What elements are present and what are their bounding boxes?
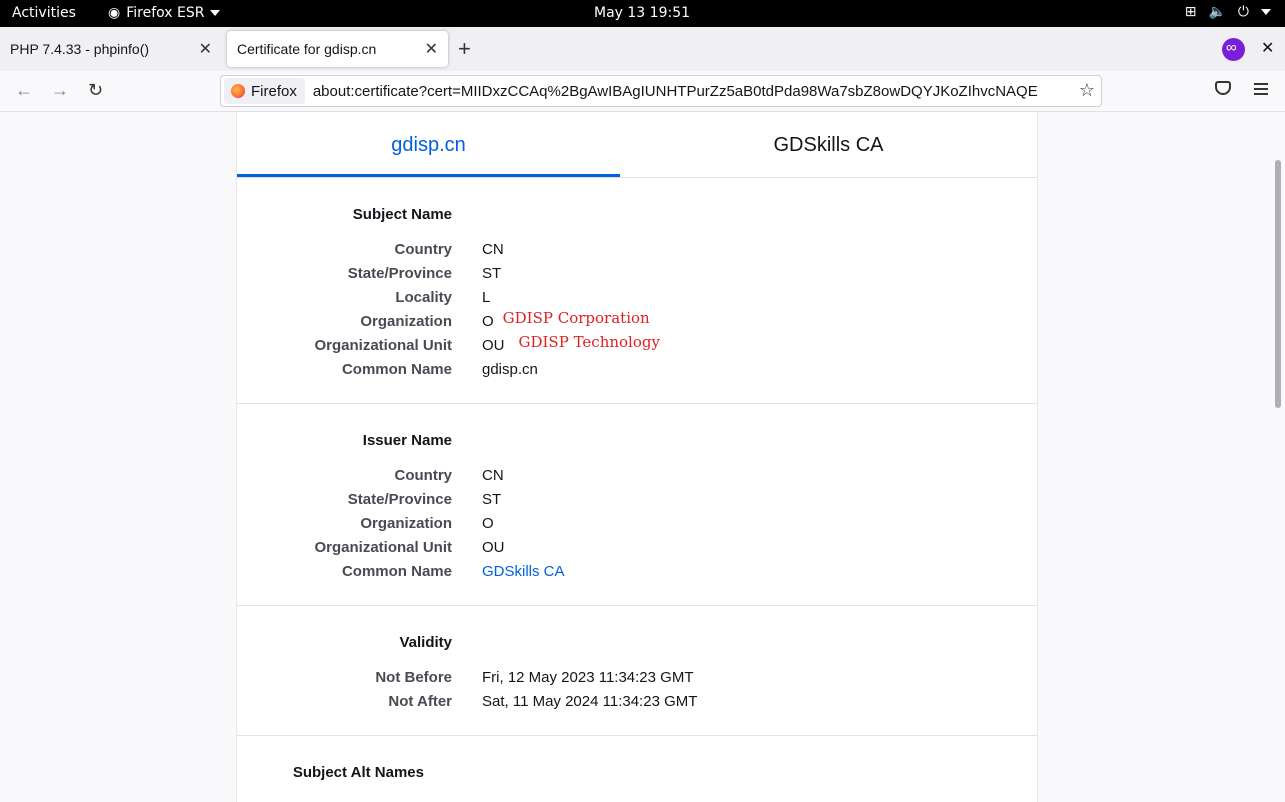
field-row: Locality L [237, 285, 1037, 309]
volume-icon: 🔈 [1208, 4, 1226, 20]
firefox-icon: ◉ [108, 5, 121, 21]
field-value-text: O [482, 312, 494, 330]
url-text[interactable]: about:certificate?cert=MIIDxzCCAq%2BgAwI… [313, 83, 1067, 100]
bookmark-star-icon[interactable]: ☆ [1079, 80, 1095, 101]
tab-title: PHP 7.4.33 - phpinfo() [10, 41, 150, 57]
close-icon[interactable]: ✕ [199, 39, 212, 59]
field-value: OU [482, 538, 505, 556]
field-value: ST [482, 264, 502, 282]
tab-gdisp-cn[interactable]: gdisp.cn [237, 112, 620, 177]
app-name: Firefox ESR [126, 5, 205, 21]
clock[interactable]: May 13 19:51 [594, 5, 690, 21]
firefox-logo-icon [231, 84, 245, 98]
forward-button[interactable]: → [51, 80, 69, 101]
field-value: ST [482, 490, 502, 508]
subject-name-section: Subject Name Country CN State/Province ST … [237, 178, 1037, 404]
field-label: Not Before [375, 668, 452, 686]
chevron-down-icon [210, 10, 221, 16]
field-row: Organizational Unit OU GDISP Technology [237, 333, 1037, 357]
scrollbar-thumb[interactable] [1275, 160, 1281, 408]
tab-gdskills-ca[interactable]: GDSkills CA [620, 112, 1037, 177]
activities-button[interactable]: Activities [12, 5, 76, 21]
field-value-text: OU [482, 336, 505, 354]
field-row: Not After Sat, 11 May 2024 11:34:23 GMT [237, 689, 1037, 713]
power-icon: ⏻ [1237, 4, 1249, 20]
field-label: State/Province [347, 264, 452, 282]
field-value: O [482, 514, 494, 532]
issuer-link[interactable]: GDSkills CA [482, 563, 565, 580]
section-title: Subject Name [352, 206, 452, 223]
field-row: Organization O [237, 511, 1037, 535]
field-label: Organizational Unit [314, 538, 452, 556]
tab-certificate[interactable]: Certificate for gdisp.cn ✕ [227, 31, 448, 67]
subject-alt-names-section: Subject Alt Names [237, 736, 1037, 802]
field-row: Organization O GDISP Corporation [237, 309, 1037, 333]
field-row: Common Name gdisp.cn [237, 357, 1037, 381]
menu-icon[interactable] [1254, 83, 1268, 98]
validity-section: Validity Not Before Fri, 12 May 2023 11:3… [237, 606, 1037, 736]
certificate-card: gdisp.cn GDSkills CA Subject Name Countr… [236, 112, 1038, 802]
field-label: Common Name [341, 562, 452, 580]
window-close-button[interactable]: ✕ [1261, 38, 1274, 58]
system-tray[interactable]: ⊞ 🔈 ⏻ [1185, 4, 1271, 20]
field-value: Sat, 11 May 2024 11:34:23 GMT [482, 692, 698, 710]
url-bar[interactable]: Firefox about:certificate?cert=MIIDxzCCA… [220, 75, 1102, 107]
field-row: Country CN [237, 463, 1037, 487]
annotation-text: GDISP Corporation [502, 309, 650, 327]
field-label: State/Province [347, 490, 452, 508]
field-label: Organization [360, 514, 452, 532]
tab-strip: PHP 7.4.33 - phpinfo() ✕ Certificate for… [0, 27, 1285, 71]
field-label: Country [394, 466, 453, 484]
field-label: Organization [360, 312, 452, 330]
field-value: Fri, 12 May 2023 11:34:23 GMT [482, 668, 694, 686]
field-label: Organizational Unit [314, 336, 452, 354]
field-row: State/Province ST [237, 261, 1037, 285]
section-title: Issuer Name [362, 432, 452, 449]
field-value: CN [482, 466, 504, 484]
private-browsing-icon[interactable] [1222, 38, 1245, 61]
new-tab-button[interactable]: + [458, 36, 471, 62]
tab-title: Certificate for gdisp.cn [237, 41, 377, 57]
close-icon[interactable]: ✕ [425, 39, 438, 59]
field-label: Locality [395, 288, 452, 306]
pocket-icon[interactable] [1215, 81, 1231, 95]
field-label: Common Name [341, 360, 452, 378]
field-label: Not After [388, 692, 452, 710]
network-icon: ⊞ [1184, 4, 1197, 20]
back-button[interactable]: ← [15, 80, 33, 101]
reload-button[interactable]: ↻ [88, 80, 103, 101]
certificate-tabs: gdisp.cn GDSkills CA [237, 112, 1037, 178]
field-row: Common Name GDSkills CA [237, 559, 1037, 583]
field-row: State/Province ST [237, 487, 1037, 511]
field-value: gdisp.cn [482, 360, 538, 378]
issuer-name-section: Issuer Name Country CN State/Province ST O… [237, 404, 1037, 606]
field-row: Country CN [237, 237, 1037, 261]
section-title: Validity [399, 634, 452, 651]
field-value: CN [482, 240, 504, 258]
identity-label: Firefox [251, 82, 297, 100]
field-row: Not Before Fri, 12 May 2023 11:34:23 GMT [237, 665, 1037, 689]
field-row: Organizational Unit OU [237, 535, 1037, 559]
field-value: O GDISP Corporation [482, 309, 650, 330]
field-label: Country [394, 240, 453, 258]
app-menu[interactable]: ◉ Firefox ESR [108, 5, 221, 21]
field-value: OU GDISP Technology [482, 333, 660, 354]
annotation-text: GDISP Technology [518, 333, 660, 351]
chevron-down-icon [1261, 9, 1271, 15]
field-value: L [482, 288, 491, 306]
navigation-toolbar: ← → ↻ Firefox about:certificate?cert=MII… [0, 71, 1285, 112]
identity-box[interactable]: Firefox [224, 78, 305, 104]
section-title: Subject Alt Names [292, 764, 424, 781]
page-viewport: gdisp.cn GDSkills CA Subject Name Countr… [0, 112, 1285, 802]
tab-phpinfo[interactable]: PHP 7.4.33 - phpinfo() ✕ [0, 31, 222, 67]
system-top-bar: Activities ◉ Firefox ESR May 13 19:51 ⊞ … [0, 0, 1285, 27]
